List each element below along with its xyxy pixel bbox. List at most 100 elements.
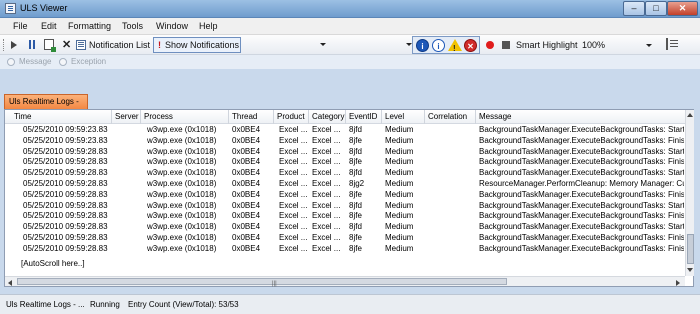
menu-help[interactable]: Help xyxy=(199,21,218,31)
column-thread[interactable]: Thread xyxy=(232,112,257,121)
tab-uls-realtime-logs[interactable]: Uls Realtime Logs - ... xyxy=(4,94,88,120)
column-product[interactable]: Product xyxy=(277,112,305,121)
autoscroll-marker[interactable]: [AutoScroll here..] xyxy=(21,259,85,268)
table-cell: w3wp.exe (0x1018) xyxy=(147,157,217,167)
grid-header: Time Server Process Thread Product Categ… xyxy=(5,110,685,124)
table-cell: 0x0BE4 xyxy=(232,135,261,145)
column-separator[interactable] xyxy=(381,110,382,124)
vertical-scrollbar[interactable] xyxy=(685,110,694,276)
table-cell: Excel ... xyxy=(312,233,341,242)
column-separator[interactable] xyxy=(345,110,346,124)
table-cell: Excel ... xyxy=(312,135,341,145)
table-cell: Medium xyxy=(385,125,414,134)
table-cell: 0x0BE4 xyxy=(232,200,261,210)
column-message[interactable]: Message xyxy=(479,112,511,121)
scroll-left-icon[interactable] xyxy=(8,280,12,286)
table-cell: Excel ... xyxy=(279,222,308,232)
menu-window[interactable]: Window xyxy=(156,21,188,31)
table-row[interactable]: 05/25/2010 09:59:28.83 w3wp.exe (0x1018) 0… xyxy=(5,222,685,233)
column-separator[interactable] xyxy=(228,110,229,124)
clear-icon[interactable]: ✕ xyxy=(62,38,71,52)
table-cell: 0x0BE4 xyxy=(232,233,261,242)
horizontal-scroll-thumb[interactable]: ||| xyxy=(17,278,507,287)
show-notifications-button[interactable]: ! Show Notifications xyxy=(153,37,241,53)
scroll-up-icon[interactable] xyxy=(687,113,693,117)
minimize-button[interactable]: – xyxy=(623,1,645,16)
zoom-select[interactable]: 100% xyxy=(582,38,605,52)
column-separator[interactable] xyxy=(308,110,309,124)
maximize-button[interactable]: □ xyxy=(645,1,667,16)
table-cell: Excel ... xyxy=(312,179,341,188)
horizontal-scrollbar[interactable]: ||| xyxy=(5,276,685,287)
info-icon[interactable]: i xyxy=(416,39,429,52)
column-time[interactable]: Time xyxy=(14,112,31,121)
table-cell: BackgroundTaskManager.ExecuteBackgroundT… xyxy=(479,157,684,167)
notification-list-button[interactable]: Notification List xyxy=(89,38,150,52)
play-icon[interactable] xyxy=(11,41,17,49)
search-options: Message Exception xyxy=(0,55,700,69)
table-row[interactable]: 05/25/2010 09:59:28.83 w3wp.exe (0x1018) 0… xyxy=(5,233,685,244)
settings-icon[interactable] xyxy=(666,38,678,50)
table-row[interactable]: 05/25/2010 09:59:28.83 w3wp.exe (0x1018) 0… xyxy=(5,190,685,201)
exception-radio[interactable] xyxy=(59,58,67,66)
error-icon[interactable]: ✕ xyxy=(464,39,477,52)
table-cell: Excel ... xyxy=(312,200,341,210)
column-separator[interactable] xyxy=(424,110,425,124)
table-cell: Excel ... xyxy=(279,200,308,210)
app-icon xyxy=(5,3,16,14)
table-cell: 8jfd xyxy=(349,222,362,232)
close-button[interactable]: ✕ xyxy=(667,1,698,16)
load-file-icon[interactable] xyxy=(44,39,56,52)
filter-dropdown[interactable] xyxy=(243,38,413,52)
table-row[interactable]: 05/25/2010 09:59:28.83 w3wp.exe (0x1018) 0… xyxy=(5,201,685,212)
record-icon[interactable] xyxy=(486,41,494,49)
vertical-scroll-thumb[interactable] xyxy=(687,234,694,264)
column-separator[interactable] xyxy=(111,110,112,124)
column-separator[interactable] xyxy=(140,110,141,124)
table-cell: 0x0BE4 xyxy=(232,125,261,134)
column-separator[interactable] xyxy=(475,110,476,124)
message-radio[interactable] xyxy=(7,58,15,66)
table-row[interactable]: 05/25/2010 09:59:28.83 w3wp.exe (0x1018) 0… xyxy=(5,211,685,222)
table-cell: Medium xyxy=(385,135,414,145)
smart-highlight-button[interactable]: Smart Highlight xyxy=(516,38,578,52)
pause-icon[interactable] xyxy=(29,40,35,49)
chevron-down-icon[interactable] xyxy=(646,44,652,47)
column-eventid[interactable]: EventID xyxy=(349,112,377,121)
table-cell: 05/25/2010 09:59:28.83 xyxy=(23,243,108,253)
table-row[interactable]: 05/25/2010 09:59:28.83 w3wp.exe (0x1018) 0… xyxy=(5,244,685,255)
menu-tools[interactable]: Tools xyxy=(122,21,143,31)
table-row[interactable]: 05/25/2010 09:59:23.83 w3wp.exe (0x1018) 0… xyxy=(5,125,685,136)
stop-icon[interactable] xyxy=(502,41,510,49)
warning-icon[interactable]: ! xyxy=(448,39,462,53)
menu-edit[interactable]: Edit xyxy=(41,21,57,31)
table-cell: Medium xyxy=(385,222,414,232)
table-cell: w3wp.exe (0x1018) xyxy=(147,222,217,232)
column-level[interactable]: Level xyxy=(385,112,404,121)
table-cell: Excel ... xyxy=(312,222,341,232)
info-outline-icon[interactable]: i xyxy=(432,39,445,52)
table-cell: 05/25/2010 09:59:28.83 xyxy=(23,189,108,199)
severity-filter-group: i i ! ✕ xyxy=(412,36,480,54)
table-row[interactable]: 05/25/2010 09:59:28.83 w3wp.exe (0x1018) 0… xyxy=(5,168,685,179)
toolbar-grip[interactable] xyxy=(3,39,5,51)
column-correlation[interactable]: Correlation xyxy=(428,112,467,121)
scroll-down-icon[interactable] xyxy=(687,268,693,272)
menu-file[interactable]: File xyxy=(13,21,28,31)
menu-formatting[interactable]: Formatting xyxy=(68,21,111,31)
table-cell: Excel ... xyxy=(279,243,308,253)
notification-list-icon[interactable] xyxy=(76,40,86,50)
table-row[interactable]: 05/25/2010 09:59:23.83 w3wp.exe (0x1018) 0… xyxy=(5,136,685,147)
column-process[interactable]: Process xyxy=(144,112,173,121)
table-cell: 0x0BE4 xyxy=(232,222,261,232)
status-tab-name: Uls Realtime Logs - ... xyxy=(6,300,85,309)
table-cell: 0x0BE4 xyxy=(232,168,261,178)
column-separator[interactable] xyxy=(273,110,274,124)
column-server[interactable]: Server xyxy=(115,112,139,121)
table-row[interactable]: 05/25/2010 09:59:28.83 w3wp.exe (0x1018) 0… xyxy=(5,179,685,190)
scroll-right-icon[interactable] xyxy=(676,280,680,286)
table-row[interactable]: 05/25/2010 09:59:28.83 w3wp.exe (0x1018) 0… xyxy=(5,157,685,168)
table-cell: Medium xyxy=(385,189,414,199)
column-category[interactable]: Category xyxy=(312,112,344,121)
table-row[interactable]: 05/25/2010 09:59:28.83 w3wp.exe (0x1018) 0… xyxy=(5,147,685,158)
